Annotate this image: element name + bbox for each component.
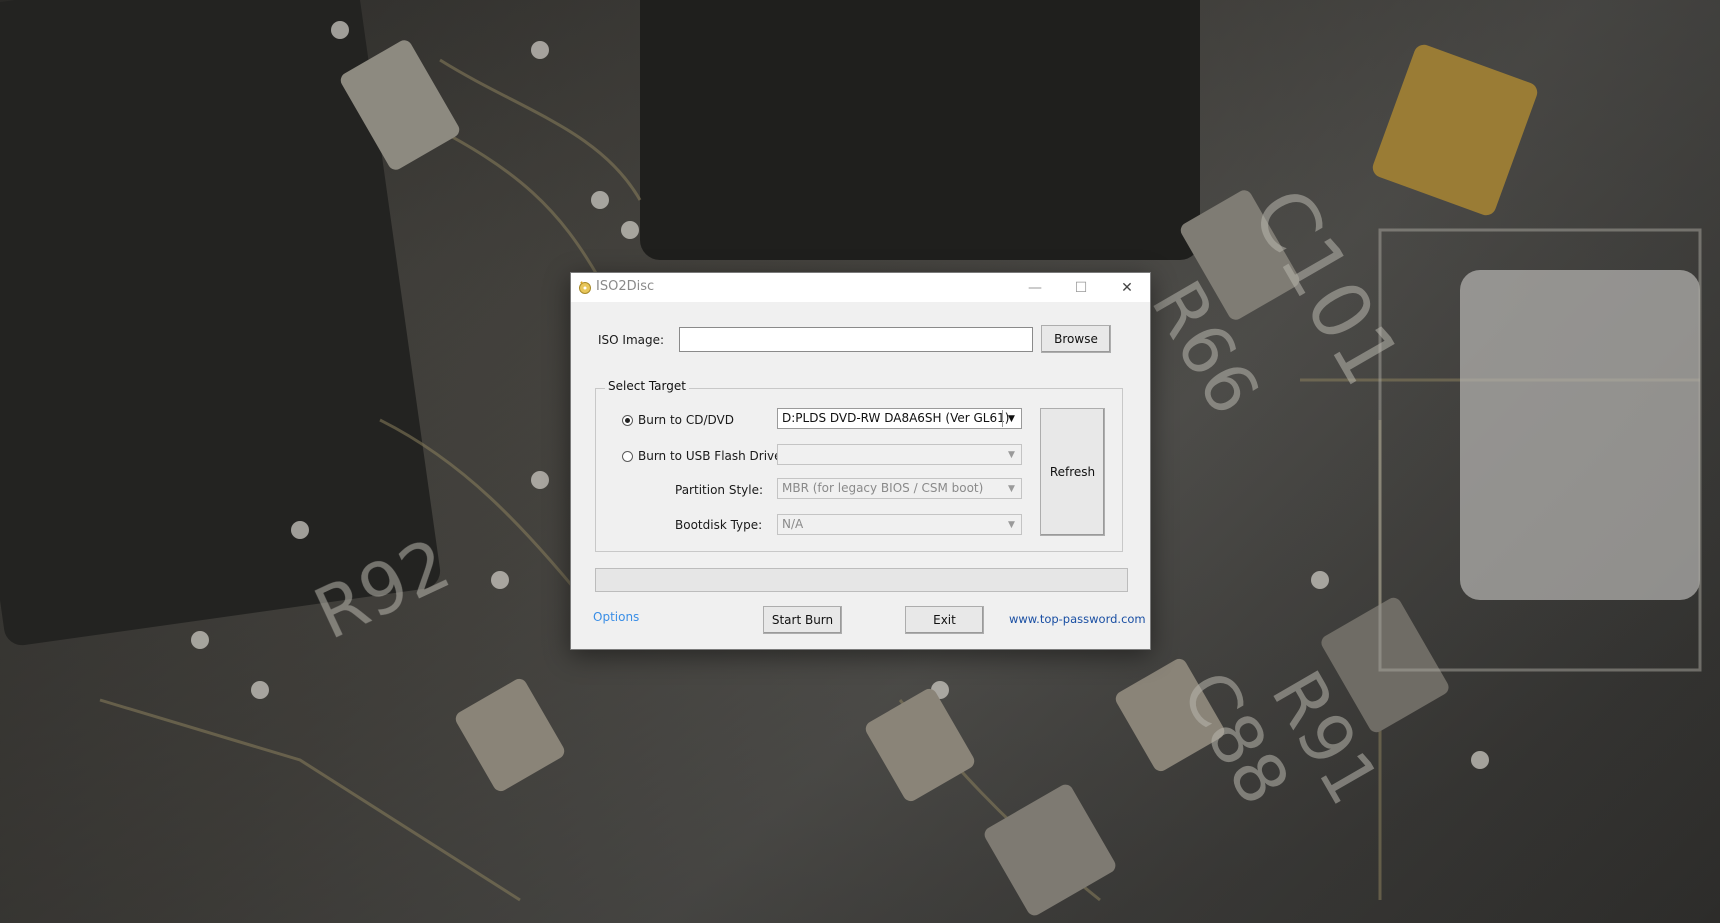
usb-drive-select[interactable]: ▼ [777,444,1022,465]
start-burn-button[interactable]: Start Burn [763,606,842,634]
burn-usb-label[interactable]: Burn to USB Flash Drive [638,449,782,463]
options-link[interactable]: Options [593,610,639,624]
bootdisk-type-select[interactable]: N/A ▼ [777,514,1022,535]
website-link[interactable]: www.top-password.com [1009,612,1146,626]
iso2disc-window: ISO2Disc — ☐ ✕ ISO Image: Browse Select … [570,272,1151,650]
close-icon: ✕ [1121,279,1133,296]
refresh-button[interactable]: Refresh [1040,408,1105,536]
close-button[interactable]: ✕ [1104,273,1150,302]
select-target-title: Select Target [605,379,689,393]
title-bar[interactable]: ISO2Disc — ☐ ✕ [571,273,1150,302]
dropdown-arrow-icon[interactable]: ▼ [1003,516,1020,533]
burn-usb-radio[interactable] [622,451,633,462]
burn-cd-dvd-radio[interactable] [622,415,633,426]
partition-style-value: MBR (for legacy BIOS / CSM boot) [782,481,984,495]
iso-image-path-input[interactable] [679,327,1033,352]
cd-dvd-drive-select[interactable]: D:PLDS DVD-RW DA8A6SH (Ver GL61) ▼ [777,408,1022,429]
partition-style-select[interactable]: MBR (for legacy BIOS / CSM boot) ▼ [777,478,1022,499]
dropdown-arrow-icon[interactable]: ▼ [1002,410,1020,427]
disc-burn-icon [579,281,591,294]
window-title: ISO2Disc [596,279,655,294]
dropdown-arrow-icon[interactable]: ▼ [1003,446,1020,463]
maximize-icon: ☐ [1074,279,1088,296]
maximize-button[interactable]: ☐ [1058,273,1104,302]
radio-selected-dot [625,418,630,423]
bootdisk-type-value: N/A [782,517,804,531]
minimize-icon: — [1028,279,1042,296]
burn-cd-dvd-label[interactable]: Burn to CD/DVD [638,413,734,427]
iso-image-label: ISO Image: [598,333,665,347]
bootdisk-type-label: Bootdisk Type: [675,518,763,532]
burn-progress-bar [595,568,1128,592]
dropdown-arrow-icon[interactable]: ▼ [1003,480,1020,497]
minimize-button[interactable]: — [1012,273,1058,302]
partition-style-label: Partition Style: [675,483,764,497]
exit-button[interactable]: Exit [905,606,984,634]
browse-button[interactable]: Browse [1041,325,1111,353]
cd-dvd-drive-value: D:PLDS DVD-RW DA8A6SH (Ver GL61) [782,411,1010,425]
